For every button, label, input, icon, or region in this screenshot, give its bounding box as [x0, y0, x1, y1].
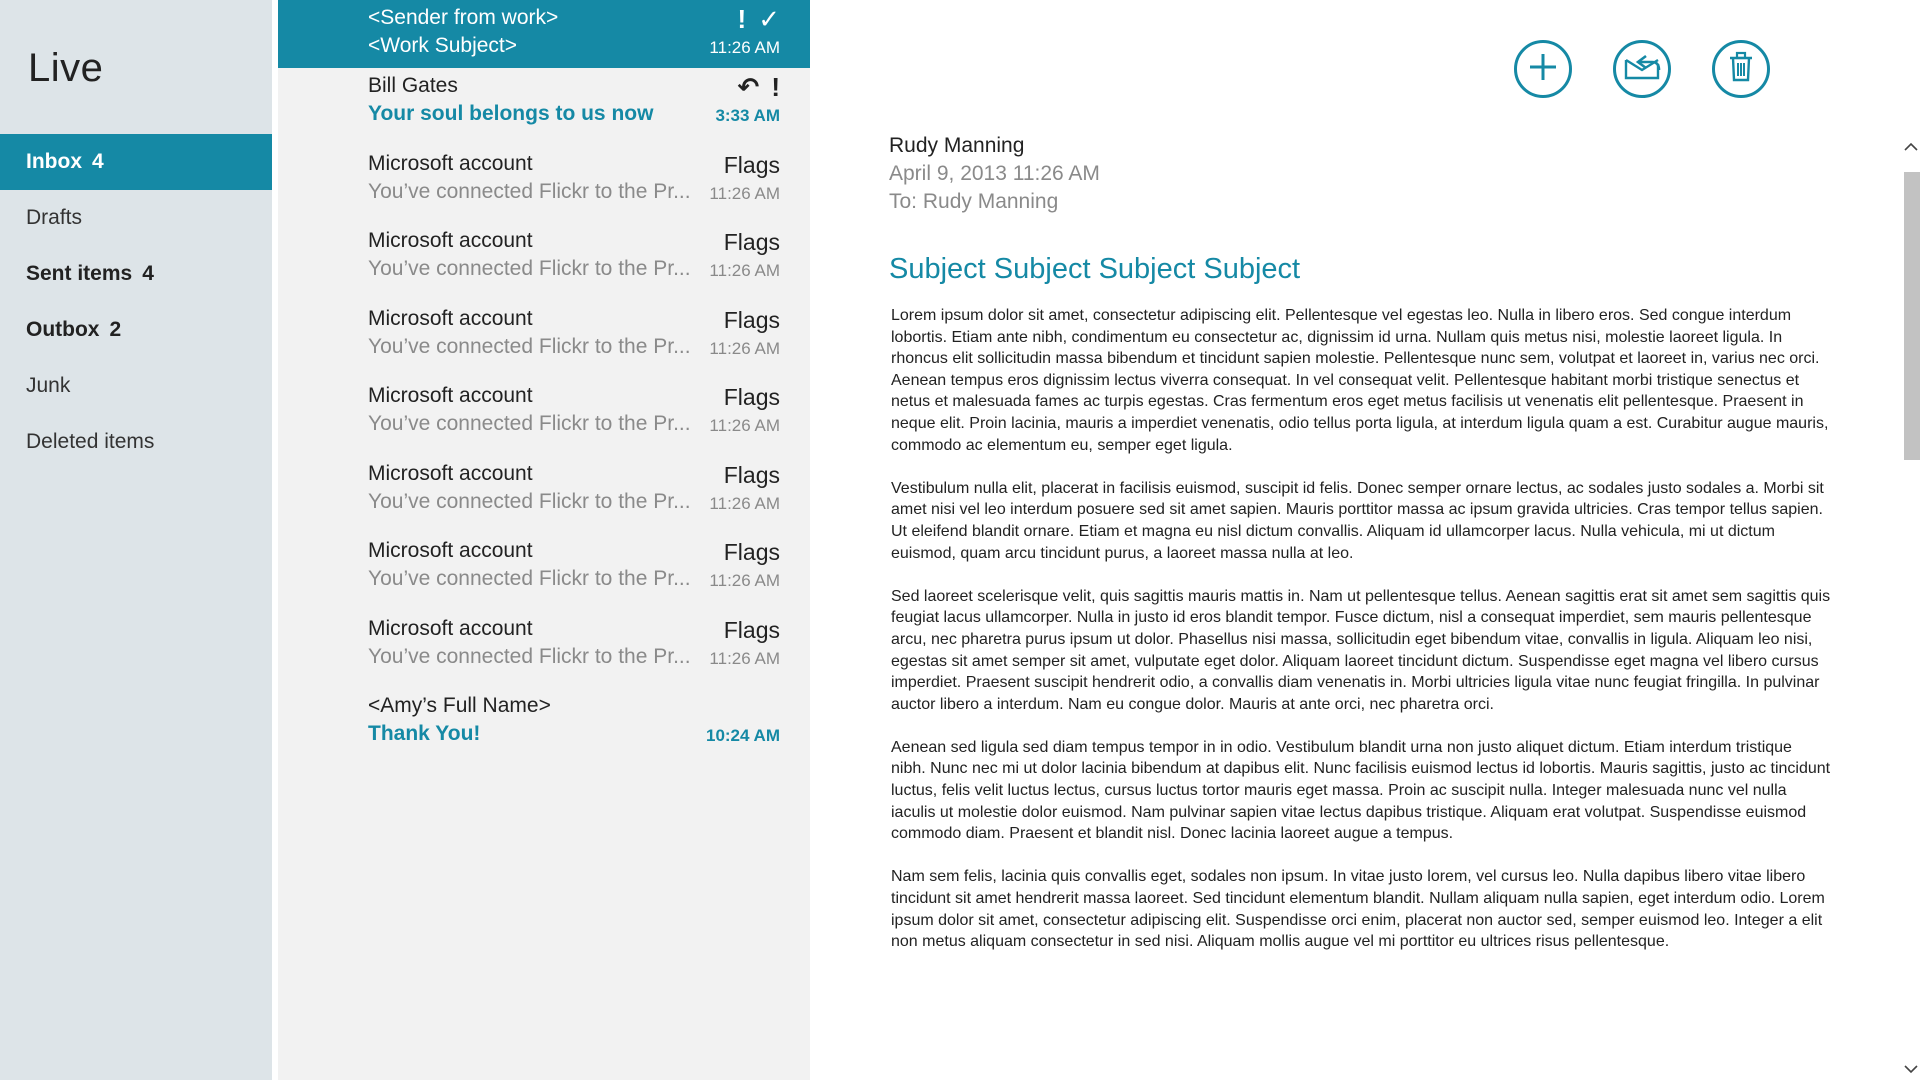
- message-subject: You’ve connected Flickr to the Pr...: [368, 644, 691, 668]
- body-paragraph: Vestibulum nulla elit, placerat in facil…: [891, 479, 1824, 562]
- message-subject: You’ve connected Flickr to the Pr...: [368, 412, 691, 435]
- message-time: 11:26 AM: [709, 571, 780, 590]
- body-paragraph: Lorem ipsum dolor sit amet, consectetur …: [891, 307, 1829, 454]
- message-time: 11:26 AM: [709, 183, 780, 203]
- chevron-down-icon: [1904, 1061, 1918, 1079]
- message-item[interactable]: <Sender from work> <Work Subject> ! ✓ 11…: [278, 0, 810, 68]
- message-item[interactable]: <Amy’s Full Name> Thank You! 10:24 AM: [278, 688, 810, 766]
- message-sender: Microsoft account: [368, 151, 533, 175]
- message-item[interactable]: Microsoft account You’ve connected Flick…: [278, 301, 810, 379]
- folder-count: 4: [142, 262, 154, 285]
- folder-outbox[interactable]: Outbox 2: [0, 302, 272, 358]
- message-sender: Microsoft account: [368, 229, 533, 252]
- action-toolbar: [810, 40, 1920, 100]
- reading-sender: Rudy Manning: [889, 134, 1025, 157]
- message-time: 11:26 AM: [709, 261, 780, 280]
- trash-icon: [1727, 51, 1755, 88]
- message-flag: Flags: [723, 384, 780, 410]
- message-time: 11:26 AM: [709, 493, 780, 513]
- reading-recipients: To: Rudy Manning: [889, 190, 1059, 213]
- message-flag: Flags: [723, 616, 780, 643]
- message-sender: Microsoft account: [368, 616, 533, 640]
- message-subject: You’ve connected Flickr to the Pr...: [368, 489, 691, 513]
- message-time: 3:33 AM: [715, 106, 780, 125]
- message-indicators: ! ✓: [738, 6, 780, 34]
- scroll-up-button[interactable]: [1902, 138, 1920, 158]
- folder-label: Inbox: [26, 150, 82, 173]
- message-sender: Microsoft account: [368, 384, 533, 407]
- reading-pane: Rudy Manning April 9, 2013 11:26 AM To: …: [810, 0, 1920, 1080]
- message-sender: Microsoft account: [368, 539, 533, 562]
- folder-deleted-items[interactable]: Deleted items: [0, 414, 272, 470]
- folder-sent-items[interactable]: Sent items 4: [0, 246, 272, 302]
- message-flag: Flags: [723, 539, 780, 565]
- message-subject: Thank You!: [368, 722, 481, 745]
- message-item[interactable]: Microsoft account You’ve connected Flick…: [278, 456, 810, 534]
- message-subject: Your soul belongs to us now: [368, 102, 654, 125]
- folder-label: Sent items: [26, 262, 133, 285]
- important-icon: !: [737, 4, 747, 34]
- message-sender: Microsoft account: [368, 461, 533, 485]
- vertical-scrollbar[interactable]: [1902, 132, 1920, 1080]
- message-time: 11:26 AM: [709, 38, 780, 57]
- message-flag: Flags: [723, 306, 780, 333]
- scroll-down-button[interactable]: [1902, 1060, 1920, 1080]
- folder-label: Junk: [26, 374, 71, 397]
- folder-drafts[interactable]: Drafts: [0, 190, 272, 246]
- body-paragraph: Sed laoreet scelerisque velit, quis sagi…: [891, 587, 1831, 713]
- reading-subject: Subject Subject Subject Subject: [889, 253, 1301, 285]
- plus-icon: [1526, 50, 1560, 89]
- replied-icon: ↶: [737, 72, 760, 102]
- message-flag: Flags: [723, 461, 780, 488]
- message-sender: Microsoft account: [368, 306, 533, 330]
- message-item[interactable]: Microsoft account You’ve connected Flick…: [278, 611, 810, 689]
- message-item[interactable]: Microsoft account You’ve connected Flick…: [278, 378, 810, 456]
- message-time: 11:26 AM: [709, 338, 780, 358]
- folder-label: Outbox: [26, 318, 100, 341]
- check-icon: ✓: [758, 4, 780, 34]
- message-subject: You’ve connected Flickr to the Pr...: [368, 179, 691, 203]
- folder-count: 4: [92, 150, 104, 173]
- message-flag: Flags: [723, 151, 780, 178]
- message-time: 11:26 AM: [709, 416, 780, 435]
- important-icon: !: [771, 72, 780, 102]
- delete-button[interactable]: [1712, 40, 1770, 98]
- message-sender: Bill Gates: [368, 74, 458, 97]
- folder-count: 2: [109, 318, 122, 341]
- body-paragraph: Aenean sed ligula sed diam tempus tempor…: [891, 738, 1831, 843]
- respond-button[interactable]: [1613, 40, 1671, 98]
- reading-date: April 9, 2013 11:26 AM: [889, 162, 1100, 185]
- folder-list: Inbox 4 Drafts Sent items 4 Outbox 2 Junk D…: [0, 134, 272, 470]
- message-list: <Sender from work> <Work Subject> ! ✓ 11…: [278, 0, 810, 1080]
- body-paragraph: Nam sem felis, lacinia quis convallis eg…: [891, 868, 1825, 951]
- message-subject: You’ve connected Flickr to the Pr...: [368, 257, 691, 280]
- message-subject: <Work Subject>: [368, 34, 518, 57]
- message-item[interactable]: Microsoft account You’ve connected Flick…: [278, 223, 810, 301]
- message-time: 10:24 AM: [705, 726, 780, 745]
- reply-envelope-icon: [1622, 50, 1662, 89]
- folder-label: Drafts: [26, 206, 83, 229]
- new-message-button[interactable]: [1514, 40, 1572, 98]
- message-body: Lorem ipsum dolor sit amet, consectetur …: [891, 305, 1831, 974]
- folder-label: Deleted items: [26, 430, 155, 453]
- message-item[interactable]: Microsoft account You’ve connected Flick…: [278, 146, 810, 224]
- scrollbar-thumb[interactable]: [1904, 172, 1920, 460]
- message-sender: <Amy’s Full Name>: [368, 694, 551, 717]
- folder-pane: Live Inbox 4 Drafts Sent items 4 Outbox 2 J…: [0, 0, 272, 1080]
- message-item[interactable]: Microsoft account You’ve connected Flick…: [278, 533, 810, 611]
- message-indicators: ↶ !: [738, 74, 780, 102]
- message-subject: You’ve connected Flickr to the Pr...: [368, 334, 691, 358]
- message-time: 11:26 AM: [709, 648, 780, 668]
- message-sender: <Sender from work>: [368, 6, 559, 29]
- folder-junk[interactable]: Junk: [0, 358, 272, 414]
- chevron-up-icon: [1904, 139, 1918, 157]
- folder-inbox[interactable]: Inbox 4: [0, 134, 272, 190]
- message-flag: Flags: [723, 229, 780, 255]
- message-item[interactable]: Bill Gates Your soul belongs to us now ↶…: [278, 68, 810, 146]
- message-subject: You’ve connected Flickr to the Pr...: [368, 567, 691, 590]
- app-title: Live: [28, 46, 104, 90]
